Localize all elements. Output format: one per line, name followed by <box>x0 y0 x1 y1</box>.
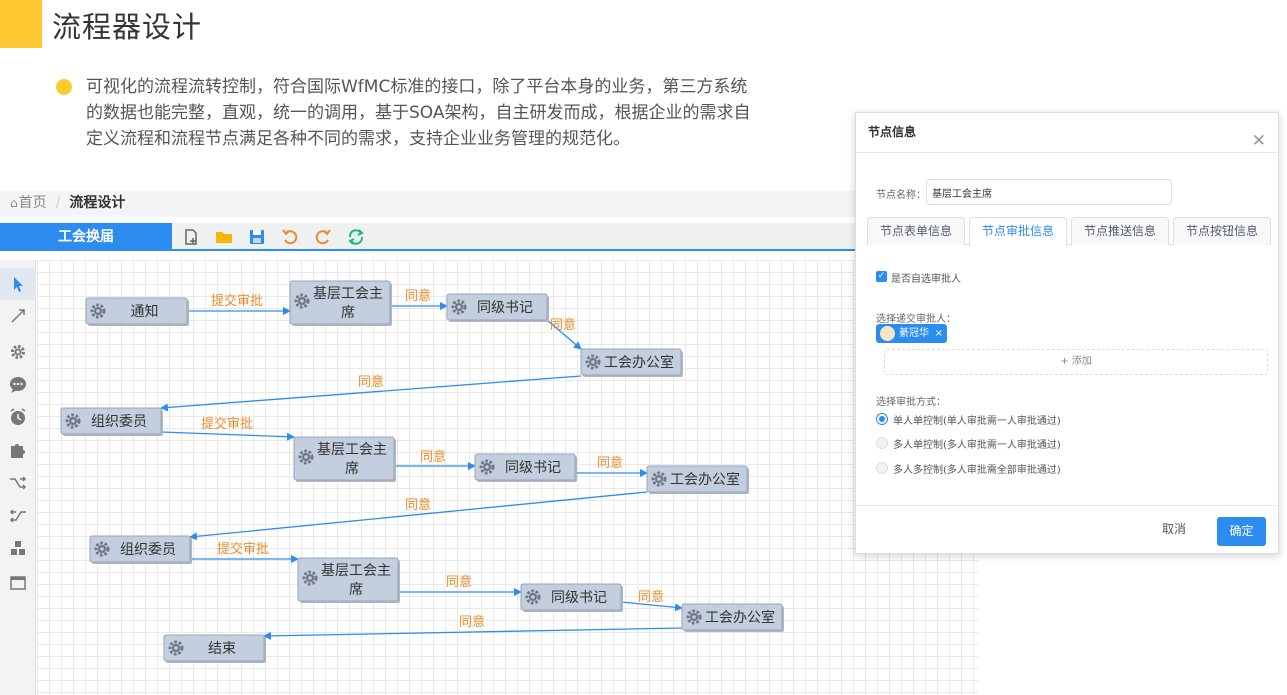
approver-label: 选择递交审批人： <box>876 314 956 325</box>
flow-node[interactable]: 基层工会主席 <box>289 280 392 326</box>
edge-label: 同意 <box>638 589 664 605</box>
radio-label: 单人单控制(单人审批需一人审批通过) <box>893 416 1061 427</box>
radio-label: 多人单控制(多人审批需一人审批通过) <box>893 440 1061 451</box>
flow-node[interactable]: 同级书记 <box>520 583 623 612</box>
flow-node[interactable]: 组织委员 <box>60 407 163 436</box>
flow-edge[interactable] <box>160 431 295 441</box>
tab-form-info[interactable]: 节点表单信息 <box>867 217 965 245</box>
node-label: 工会办公室 <box>705 609 775 626</box>
radio-multi-single[interactable] <box>876 437 888 449</box>
dialog-footer: 取消 确定 <box>856 505 1278 553</box>
edge-label: 同意 <box>405 497 431 513</box>
flow-node[interactable]: 结束 <box>163 634 266 663</box>
dialog-title: 节点信息 ✕ <box>856 113 1278 153</box>
flow-node[interactable]: 同级书记 <box>474 453 577 482</box>
tab-push-info[interactable]: 节点推送信息 <box>1071 217 1169 245</box>
flow-node[interactable]: 工会办公室 <box>580 348 683 377</box>
remove-approver-icon[interactable]: × <box>935 324 943 343</box>
approver-name: 綦冠华 <box>899 328 929 339</box>
flow-node[interactable]: 工会办公室 <box>646 465 749 494</box>
edge-label: 同意 <box>420 449 446 465</box>
node-label: 同级书记 <box>505 460 561 476</box>
edge-label: 同意 <box>446 574 472 590</box>
close-icon[interactable]: ✕ <box>1252 122 1266 160</box>
node-label: 席 <box>341 305 355 321</box>
edge-label: 同意 <box>550 317 576 333</box>
radio-label: 多人多控制(多人审批需全部审批通过) <box>893 465 1061 476</box>
self-select-label: 是否自选审批人 <box>891 274 961 285</box>
node-label: 同级书记 <box>551 590 607 606</box>
dialog-tabs: 节点表单信息 节点审批信息 节点推送信息 节点按钮信息 <box>867 217 1271 246</box>
radio-single-single[interactable] <box>876 413 888 425</box>
edge-label: 提交审批 <box>211 293 263 309</box>
node-label: 同级书记 <box>477 300 533 316</box>
cancel-button[interactable]: 取消 <box>1162 520 1186 537</box>
node-name-label: 节点名称： <box>876 190 926 201</box>
flow-node[interactable]: 工会办公室 <box>681 603 784 632</box>
flow-node[interactable]: 通知 <box>85 297 189 326</box>
dialog-title-text: 节点信息 <box>868 125 917 139</box>
node-label: 结束 <box>208 641 236 657</box>
tab-button-info[interactable]: 节点按钮信息 <box>1173 217 1271 245</box>
flow-node[interactable]: 同级书记 <box>446 293 549 322</box>
flow-node[interactable]: 基层工会主席 <box>297 557 400 603</box>
approver-tag[interactable]: 綦冠华 × <box>876 324 947 343</box>
edge-label: 提交审批 <box>217 541 269 557</box>
avatar <box>880 326 895 341</box>
node-label: 组织委员 <box>120 542 176 558</box>
node-label: 基层工会主 <box>321 562 391 579</box>
flow-diagram: 提交审批 同意同意同意提交审批同意 同意同意提交审批同意同意同意 通知基层工会主席同… <box>60 280 784 663</box>
node-label: 基层工会主 <box>317 441 387 458</box>
node-label: 工会办公室 <box>670 471 740 488</box>
self-select-checkbox[interactable]: ✓ <box>876 271 887 282</box>
edge-label: 提交审批 <box>201 416 253 432</box>
edge-label: 同意 <box>597 455 623 471</box>
node-info-dialog: 节点信息✕ 节点名称： 节点表单信息 节点审批信息 节点推送信息 节点按钮信息 … <box>855 112 1279 554</box>
node-label: 席 <box>345 461 359 477</box>
node-label: 基层工会主 <box>313 285 383 302</box>
node-label: 工会办公室 <box>604 354 674 371</box>
approval-mode-label: 选择审批方式： <box>876 397 946 408</box>
tab-approval-info[interactable]: 节点审批信息 <box>969 217 1067 246</box>
ok-button[interactable]: 确定 <box>1217 517 1266 546</box>
add-approver-button[interactable]: + 添加 <box>884 349 1268 375</box>
node-label: 席 <box>349 582 363 598</box>
node-name-input[interactable] <box>926 179 1172 205</box>
edge-label: 同意 <box>358 374 384 390</box>
edge-label: 同意 <box>459 614 485 630</box>
node-label: 通知 <box>131 303 159 320</box>
flow-node[interactable]: 组织委员 <box>89 535 192 564</box>
node-label: 组织委员 <box>91 414 147 430</box>
flow-node[interactable]: 基层工会主席 <box>293 436 396 482</box>
edge-label: 同意 <box>405 288 431 304</box>
radio-multi-all[interactable] <box>876 462 888 474</box>
